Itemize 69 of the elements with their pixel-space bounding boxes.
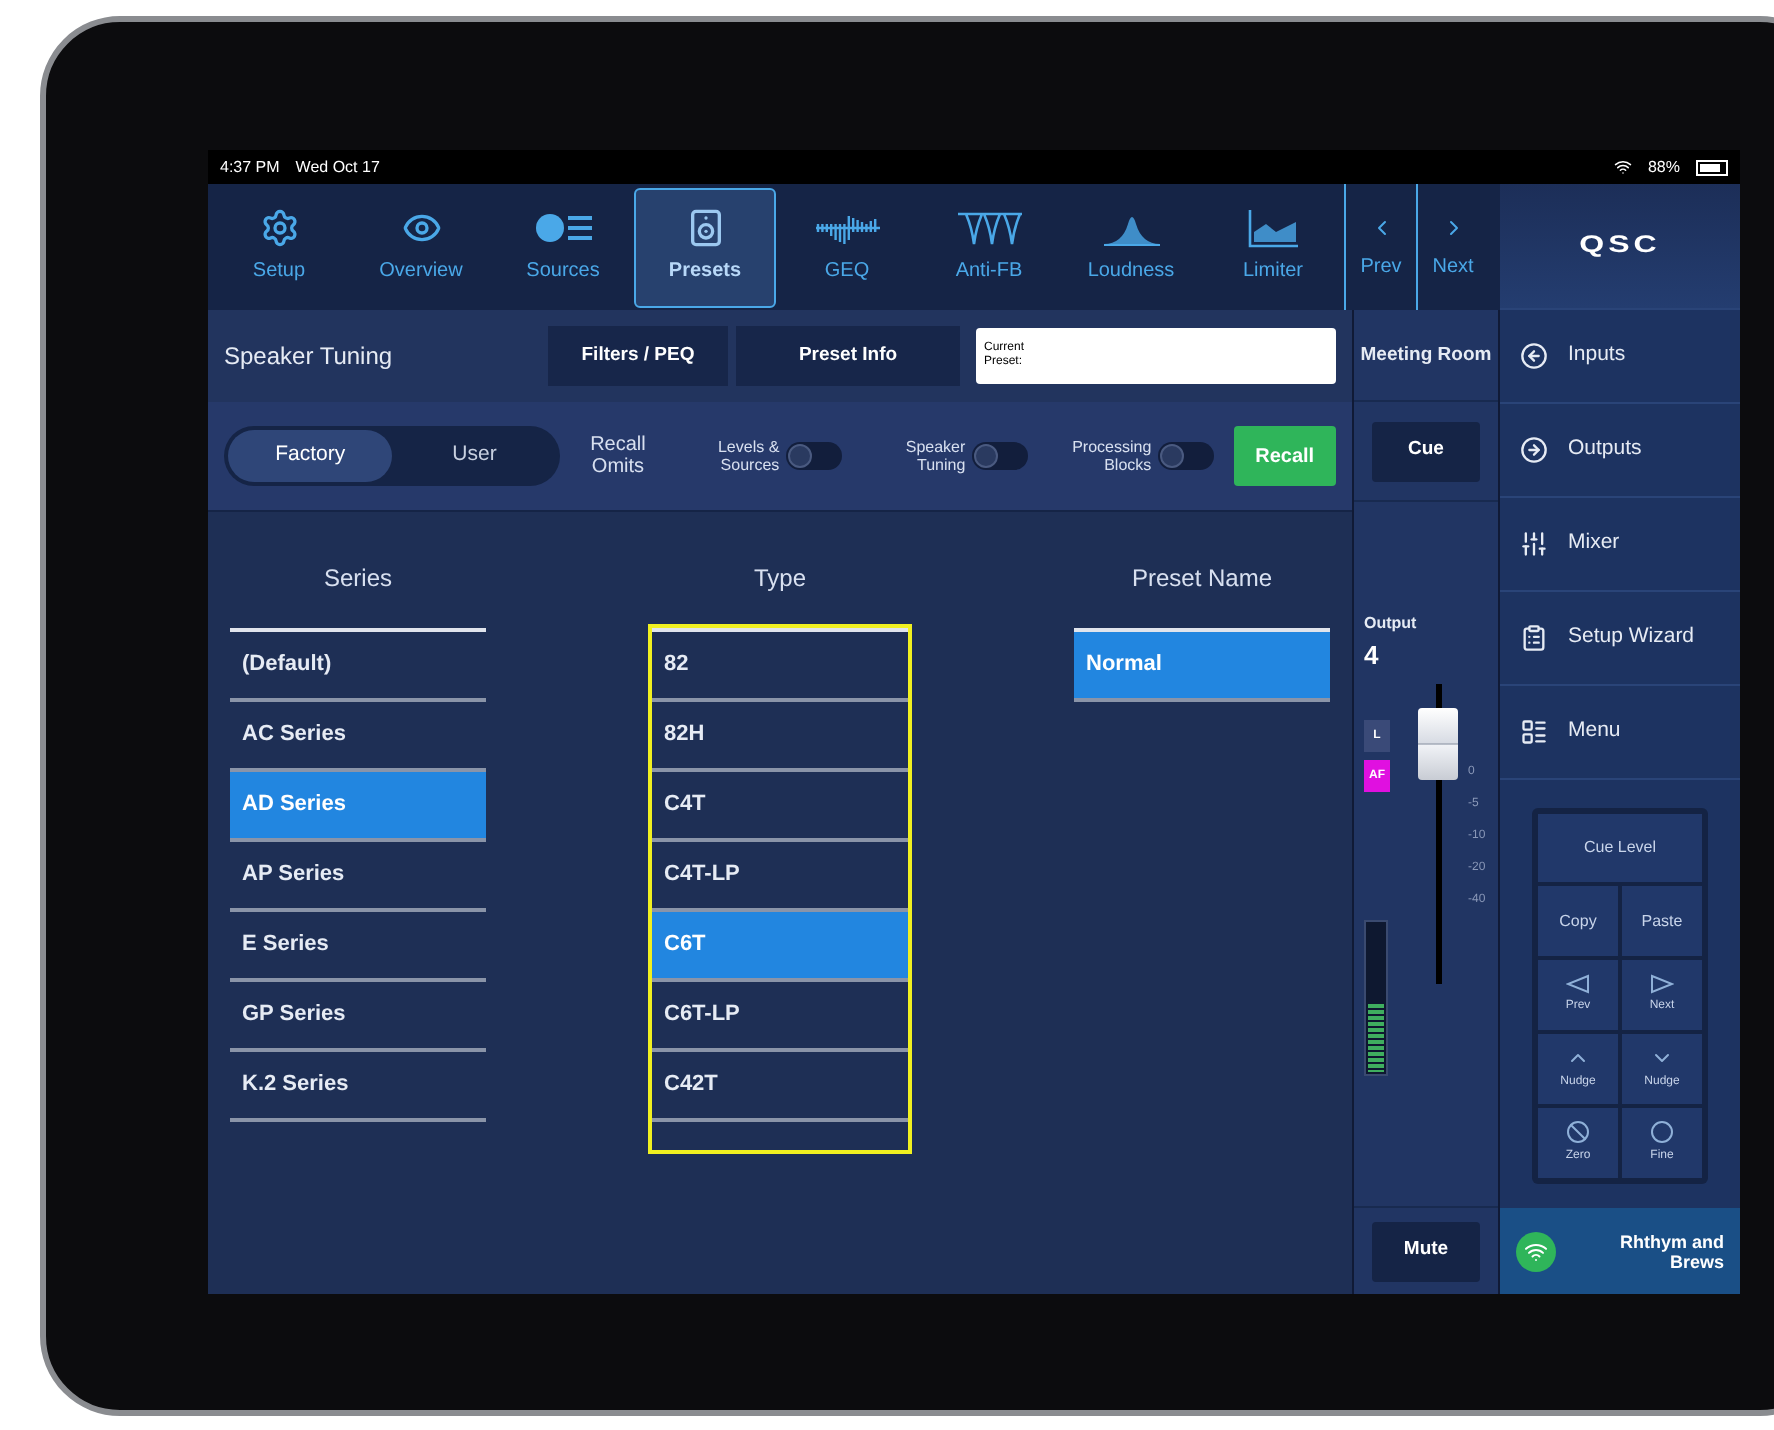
channel-name: Meeting Room: [1354, 310, 1498, 402]
cue-button[interactable]: Cue: [1372, 421, 1480, 481]
recall-omits-label: Recall Omits: [588, 434, 648, 478]
output-label: Output: [1364, 612, 1419, 636]
list-icon: [533, 208, 593, 248]
list-item[interactable]: K.2 Series: [230, 1052, 486, 1122]
list-item[interactable]: 82H: [652, 702, 908, 772]
toolbar-button[interactable]: Preset Info: [736, 326, 960, 386]
list-item[interactable]: C6T-LP: [652, 982, 908, 1052]
sliders-icon: [1520, 530, 1548, 558]
switch-label: Levels & Sources: [715, 438, 780, 474]
switch-label: Speaker Tuning: [903, 438, 966, 474]
column-header: Type: [751, 562, 808, 596]
list-item[interactable]: C4T: [652, 772, 908, 842]
tab[interactable]: Presets: [634, 187, 776, 307]
list-item[interactable]: C42T: [652, 1052, 908, 1122]
sidebar-item[interactable]: Setup Wizard: [1500, 592, 1740, 686]
slashed-circle-icon: [1564, 1120, 1592, 1144]
status-time: 4:37 PM: [220, 155, 280, 179]
column-header: Preset Name: [1129, 562, 1275, 596]
settings-icon: [257, 208, 301, 248]
toggle-switch[interactable]: [971, 442, 1028, 470]
sidebar-item[interactable]: Outputs: [1500, 404, 1740, 498]
keypad-button[interactable]: Cue Level: [1538, 814, 1702, 882]
list-item[interactable]: Normal: [1074, 632, 1330, 702]
list-icon: [1520, 718, 1548, 746]
triangle-left-icon: [1566, 974, 1590, 994]
list-item[interactable]: AD Series: [230, 772, 486, 842]
sidebar-item[interactable]: Mixer: [1500, 498, 1740, 592]
segment-tab[interactable]: Factory: [228, 430, 393, 482]
output-number: 4: [1364, 638, 1381, 674]
tab[interactable]: GEQ: [776, 187, 918, 307]
segment-tab[interactable]: User: [392, 430, 557, 482]
switch-label: Processing Blocks: [1070, 438, 1152, 474]
sidebar-item[interactable]: Inputs: [1500, 310, 1740, 404]
brand-logo: QSC: [1579, 230, 1661, 262]
list-item[interactable]: E Series: [230, 912, 486, 982]
list-item[interactable]: AP Series: [230, 842, 486, 912]
battery-percent: 88%: [1647, 155, 1680, 179]
toggle-switch[interactable]: [1157, 442, 1214, 470]
list-item[interactable]: C6T: [652, 912, 908, 982]
fader-thumb[interactable]: [1418, 707, 1458, 779]
wifi-icon: [1613, 158, 1632, 176]
list-item[interactable]: GP Series: [230, 982, 486, 1052]
network-name: Rhthym and Brews: [1617, 1231, 1724, 1271]
tab[interactable]: Overview: [350, 187, 492, 307]
limiter-icon: [1247, 208, 1299, 248]
list-item[interactable]: 82: [652, 632, 908, 702]
notch-filter-icon: [955, 208, 1023, 248]
status-date: Wed Oct 17: [295, 155, 380, 179]
toolbar-button[interactable]: Filters / PEQ: [548, 326, 728, 386]
wifi-badge-icon: [1516, 1231, 1556, 1271]
keypad-button[interactable]: Paste: [1622, 886, 1702, 956]
tab[interactable]: Setup: [208, 187, 350, 307]
sidebar-item[interactable]: Menu: [1500, 686, 1740, 780]
tab[interactable]: Limiter: [1202, 187, 1344, 307]
page-title: Speaker Tuning: [224, 340, 395, 374]
circle-icon: [1648, 1120, 1676, 1144]
battery-icon: [1696, 159, 1728, 175]
list-item[interactable]: (Default): [230, 632, 486, 702]
column-header: Series: [321, 562, 394, 596]
mute-button[interactable]: Mute: [1372, 1221, 1480, 1281]
keypad-button[interactable]: Copy: [1538, 886, 1618, 956]
clipboard-icon: [1520, 624, 1548, 652]
tab[interactable]: Sources: [492, 187, 634, 307]
tab[interactable]: Anti-FB: [918, 187, 1060, 307]
tab[interactable]: Loudness: [1060, 187, 1202, 307]
triangle-right-icon: [1650, 974, 1674, 994]
toggle-switch[interactable]: [785, 442, 842, 470]
